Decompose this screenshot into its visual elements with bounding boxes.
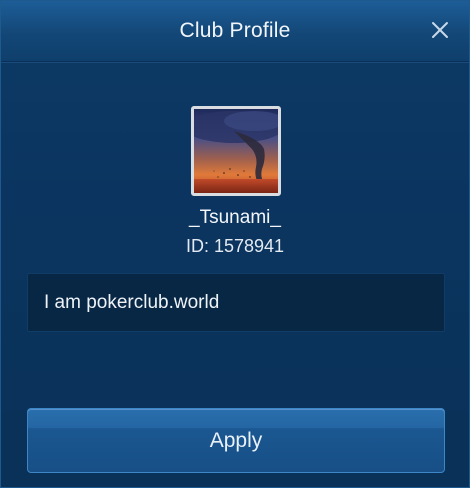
- tornado-image: [194, 109, 278, 193]
- dialog-title: Club Profile: [179, 19, 291, 42]
- club-description-field[interactable]: I am pokerclub.world: [27, 273, 445, 332]
- dialog-header: Club Profile: [1, 1, 469, 62]
- club-avatar[interactable]: [191, 106, 281, 196]
- club-profile-dialog: Club Profile _Tsunami_ ID: 1578941 I am …: [0, 0, 470, 488]
- club-name: _Tsunami_: [189, 207, 281, 228]
- close-icon[interactable]: [429, 19, 451, 41]
- club-id: ID: 1578941: [185, 236, 285, 256]
- apply-button[interactable]: Apply: [27, 408, 445, 473]
